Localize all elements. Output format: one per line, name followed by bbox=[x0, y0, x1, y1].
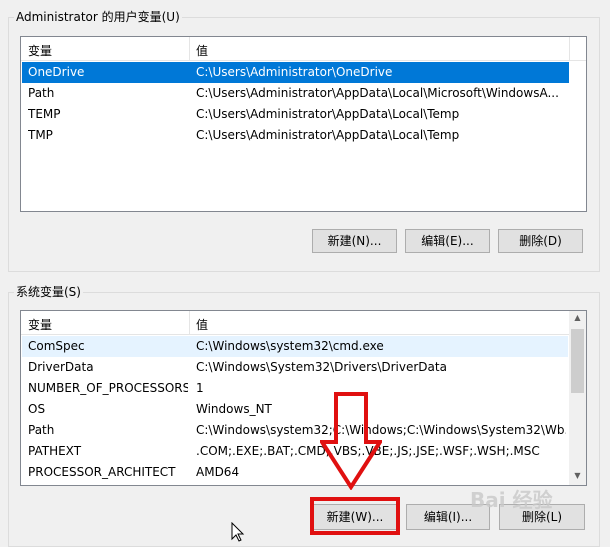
watermark-logo: Bai 经验 bbox=[470, 488, 553, 512]
system-variables-title: 系统变量(S) bbox=[14, 285, 83, 299]
list-item[interactable]: NUMBER_OF_PROCESSORS 1 bbox=[22, 378, 568, 399]
list-item[interactable]: ComSpec C:\Windows\system32\cmd.exe bbox=[22, 336, 568, 357]
list-item[interactable]: PATHEXT .COM;.EXE;.BAT;.CMD;.VBS;.VBE;.JS… bbox=[22, 441, 568, 462]
variable-value: C:\Users\Administrator\OneDrive bbox=[196, 65, 393, 79]
mouse-cursor-icon bbox=[231, 522, 245, 542]
list-item[interactable]: OneDrive C:\Users\Administrator\OneDrive bbox=[22, 62, 569, 83]
variable-name: TMP bbox=[28, 128, 53, 142]
user-edit-button[interactable]: 编辑(E)... bbox=[405, 229, 490, 253]
variable-value: C:\Users\Administrator\AppData\Local\Tem… bbox=[196, 128, 460, 142]
list-item[interactable]: PROCESSOR_ARCHITECT AMD64 bbox=[22, 462, 568, 483]
variable-name: Path bbox=[28, 423, 55, 437]
variable-value: C:\Users\Administrator\AppData\Local\Mic… bbox=[196, 86, 559, 100]
variable-name: PATHEXT bbox=[28, 444, 82, 458]
scroll-up-icon[interactable]: ▲ bbox=[569, 313, 586, 322]
user-delete-button[interactable]: 删除(D) bbox=[498, 229, 583, 253]
user-variables-list[interactable]: 变量 值 OneDrive C:\Users\Administrator\OneD… bbox=[20, 36, 587, 212]
variable-value: C:\Users\Administrator\AppData\Local\Tem… bbox=[196, 107, 460, 121]
column-header-value[interactable]: 值 bbox=[196, 42, 208, 59]
variable-name: DriverData bbox=[28, 360, 94, 374]
list-item[interactable]: Path C:\Users\Administrator\AppData\Local… bbox=[22, 83, 569, 104]
list-item[interactable]: TMP C:\Users\Administrator\AppData\Local\… bbox=[22, 125, 569, 146]
list-item[interactable]: DriverData C:\Windows\System32\Drivers\Dr… bbox=[22, 357, 568, 378]
user-variables-header: 变量 值 bbox=[21, 37, 586, 61]
column-header-variable[interactable]: 变量 bbox=[28, 316, 52, 333]
variable-name: TEMP bbox=[28, 107, 61, 121]
list-item[interactable]: OS Windows_NT bbox=[22, 399, 568, 420]
variable-value: C:\Windows\system32\cmd.exe bbox=[196, 339, 384, 353]
system-variables-header: 变量 值 bbox=[21, 311, 586, 335]
scroll-down-icon[interactable]: ▼ bbox=[569, 471, 586, 480]
variable-value: C:\Windows\System32\Drivers\DriverData bbox=[196, 360, 447, 374]
variable-name: ComSpec bbox=[28, 339, 85, 353]
variable-name: OneDrive bbox=[28, 65, 85, 79]
variable-name: PROCESSOR_ARCHITECT bbox=[28, 465, 176, 479]
scroll-thumb[interactable] bbox=[571, 329, 584, 393]
list-item[interactable]: Path C:\Windows\system32;C:\Windows;C:\Wi… bbox=[22, 420, 568, 441]
user-variables-title: Administrator 的用户变量(U) bbox=[14, 10, 182, 24]
down-arrow-annotation-icon bbox=[320, 392, 382, 490]
highlight-box bbox=[310, 497, 400, 535]
system-variables-list[interactable]: 变量 值 ComSpec C:\Windows\system32\cmd.exe D… bbox=[20, 310, 587, 486]
variable-name: NUMBER_OF_PROCESSORS bbox=[28, 381, 188, 395]
system-list-scrollbar[interactable]: ▲ ▼ bbox=[569, 311, 586, 485]
column-header-variable[interactable]: 变量 bbox=[28, 42, 52, 59]
column-header-value[interactable]: 值 bbox=[196, 316, 208, 333]
user-new-button[interactable]: 新建(N)... bbox=[312, 229, 397, 253]
list-item[interactable]: TEMP C:\Users\Administrator\AppData\Local… bbox=[22, 104, 569, 125]
variable-name: OS bbox=[28, 402, 46, 416]
variable-name: Path bbox=[28, 86, 55, 100]
